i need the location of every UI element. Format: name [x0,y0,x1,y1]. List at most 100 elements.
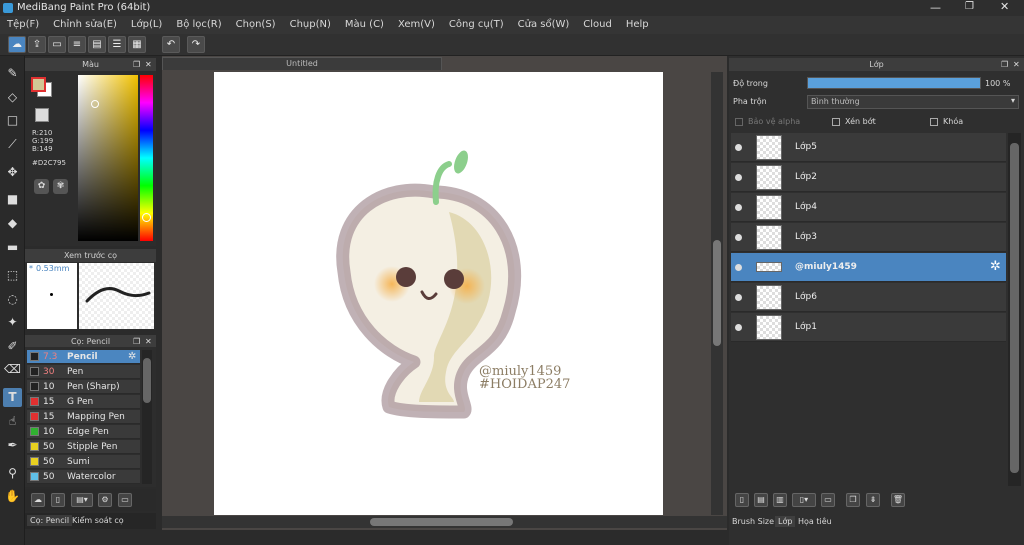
layer-row[interactable]: Lớp1 [731,313,1006,342]
layer-row[interactable]: Lớp3 [731,223,1006,252]
menu-filter[interactable]: Bộ lọc(R) [169,16,228,32]
hue-handle[interactable] [142,213,151,222]
panel-close-icon[interactable]: ✕ [145,58,152,71]
brush-item[interactable]: 15 G Pen [27,395,140,409]
gradient-tool-icon[interactable]: ▬ [3,238,22,257]
close-icon[interactable]: ✕ [1000,0,1009,13]
drawing-paper[interactable]: @miuly1459 #HOIDAP247 [214,72,663,515]
new-brush-icon[interactable]: ▯ [51,493,65,507]
brush-item[interactable]: 50 Watercolor [27,470,140,484]
copy-layer-icon[interactable]: ▯▾ [792,493,816,507]
canvas-horizontal-scrollbar[interactable] [162,516,727,528]
tab-brush-control[interactable]: Kiểm soát cọ [72,516,124,525]
fill-rect-tool-icon[interactable]: ■ [3,190,22,209]
tab-brush-size[interactable]: Brush Size [732,517,774,526]
palette-icon[interactable]: ✿ [34,179,49,194]
brush-item[interactable]: 7.3 Pencil ✲ [27,350,140,364]
gear-icon[interactable]: ✲ [990,259,1001,274]
brush-scroll-thumb[interactable] [143,358,151,403]
document-tab[interactable]: Untitled [162,57,442,70]
text-tool-icon[interactable]: T [3,388,22,407]
eyedropper-tool-icon[interactable]: ⚲ [3,464,22,483]
gear-icon[interactable]: ✲ [128,351,136,362]
blend-mode-select[interactable]: Bình thường ▾ [807,95,1019,109]
brush-item[interactable]: 10 Edge Pen [27,425,140,439]
cloud-brush-icon[interactable]: ☁ [31,493,45,507]
visibility-icon[interactable] [735,204,742,211]
minimize-icon[interactable]: — [930,1,941,14]
color-picker-handle[interactable] [91,100,99,108]
brush-folder-icon[interactable]: ▭ [118,493,132,507]
tab-material[interactable]: Họa tiêu [798,517,832,526]
shape-tool-icon[interactable]: □ [3,111,22,130]
add-brush-icon[interactable]: ▤▾ [71,493,93,507]
select-rect-tool-icon[interactable]: ⬚ [3,266,22,285]
visibility-icon[interactable] [735,174,742,181]
layer-row[interactable]: Lớp5 [731,133,1006,162]
menu-view[interactable]: Xem(V) [391,16,442,32]
new-layer-icon[interactable]: ▯ [735,493,749,507]
layer-row[interactable]: Lớp2 [731,163,1006,192]
magic-wand-tool-icon[interactable]: ✦ [3,313,22,332]
canvas-hscroll-thumb[interactable] [370,518,513,526]
cloud-icon[interactable]: ☁ [8,36,26,53]
alpha-protect-checkbox[interactable]: Bảo vệ alpha [735,117,800,126]
visibility-icon[interactable] [735,144,742,151]
new-8bit-layer-icon[interactable]: ▥ [773,493,787,507]
move-tool-icon[interactable]: ✥ [3,163,22,182]
menu-cloud[interactable]: Cloud [576,16,619,32]
grid-icon[interactable]: ▦ [128,36,146,53]
menu-file[interactable]: Tệp(F) [0,16,46,32]
eraser-tool-icon[interactable]: ◇ [3,88,22,107]
layer-row[interactable]: Lớp6 [731,283,1006,312]
lasso-tool-icon[interactable]: ◌ [3,290,22,309]
brush-item[interactable]: 10 Pen (Sharp) [27,380,140,394]
float-icon[interactable]: ❐ [133,58,140,71]
document-icon[interactable]: ▤ [88,36,106,53]
line-tool-icon[interactable]: ⟋ [3,135,22,154]
menu-window[interactable]: Cửa sổ(W) [511,16,577,32]
palette-alt-icon[interactable]: ✾ [53,179,68,194]
layer-row[interactable]: Lớp4 [731,193,1006,222]
operation-tool-icon[interactable]: ☝ [3,412,22,431]
menu-edit[interactable]: Chỉnh sửa(E) [46,16,124,32]
layer-row[interactable]: @miuly1459 ✲ [731,253,1006,282]
delete-layer-icon[interactable]: 🗑 [891,493,905,507]
duplicate-layer-icon[interactable]: ❐ [846,493,860,507]
layer-folder-icon[interactable]: ▭ [821,493,835,507]
new-halftone-layer-icon[interactable]: ▤ [754,493,768,507]
menu-select[interactable]: Chọn(S) [229,16,283,32]
layer-scroll-thumb[interactable] [1010,143,1019,473]
brush-settings-icon[interactable]: ⚙ [98,493,112,507]
menu-color[interactable]: Màu (C) [338,16,391,32]
menu-tools[interactable]: Công cụ(T) [442,16,511,32]
canvas-vertical-scrollbar[interactable] [711,72,723,515]
layer-scrollbar[interactable] [1008,133,1021,486]
visibility-icon[interactable] [735,234,742,241]
merge-layer-icon[interactable]: ⇟ [866,493,880,507]
visibility-icon[interactable] [735,294,742,301]
message-icon[interactable]: ≡ [68,36,86,53]
tab-brush[interactable]: Cọ: Pencil [27,515,73,526]
brush-item[interactable]: 50 Stipple Pen [27,440,140,454]
lock-checkbox[interactable]: Khóa [930,117,963,126]
comment-icon[interactable]: ▭ [48,36,66,53]
hand-tool-icon[interactable]: ✋ [3,487,22,506]
share-icon[interactable]: ⇪ [28,36,46,53]
tab-layer[interactable]: Lớp [775,516,796,527]
bucket-tool-icon[interactable]: ◆ [3,214,22,233]
canvas-vscroll-thumb[interactable] [713,240,721,346]
select-eraser-tool-icon[interactable]: ⌫ [3,360,22,379]
menu-help[interactable]: Help [619,16,656,32]
visibility-icon[interactable] [735,264,742,271]
clipping-checkbox[interactable]: Xén bớt [832,117,876,126]
redo-icon[interactable]: ↷ [187,36,205,53]
list-icon[interactable]: ☰ [108,36,126,53]
opacity-slider[interactable] [807,77,981,89]
brush-tool-icon[interactable]: ✎ [3,64,22,83]
menu-snap[interactable]: Chụp(N) [283,16,338,32]
dropper-tool-icon[interactable]: ✒ [3,436,22,455]
brush-item[interactable]: 50 Sumi [27,455,140,469]
menu-layer[interactable]: Lớp(L) [124,16,169,32]
brush-scrollbar[interactable] [142,350,152,484]
